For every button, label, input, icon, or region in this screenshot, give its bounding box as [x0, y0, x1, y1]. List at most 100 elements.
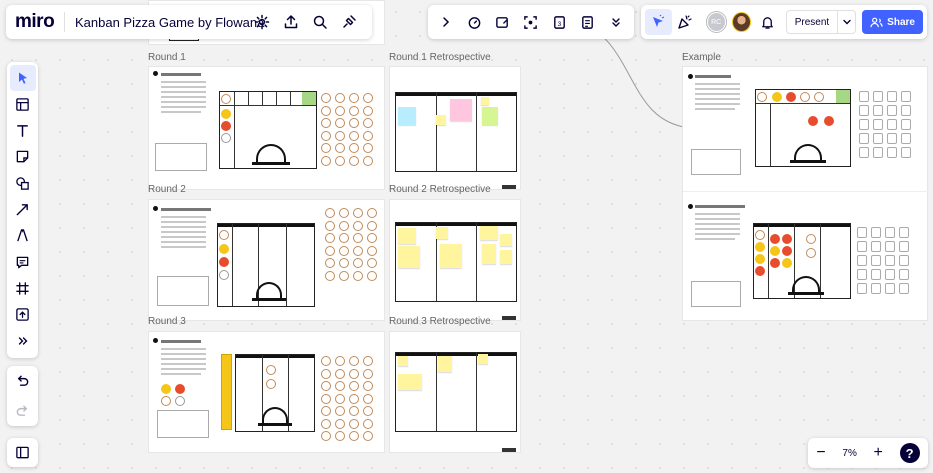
- pizza-token[interactable]: [321, 143, 331, 153]
- frame-label-example[interactable]: Example: [682, 52, 721, 63]
- sticky-note[interactable]: [436, 115, 446, 125]
- frame-round3-retro[interactable]: [389, 331, 521, 453]
- frame-label-round3[interactable]: Round 3: [148, 316, 186, 327]
- grid-cell[interactable]: [873, 91, 883, 102]
- pizza-token[interactable]: [349, 393, 359, 404]
- grid-cell[interactable]: [871, 255, 881, 266]
- grid-cell[interactable]: [887, 91, 897, 102]
- frame-round2-retro[interactable]: [389, 199, 521, 321]
- pizza-token[interactable]: [363, 143, 373, 153]
- card-icon[interactable]: [489, 9, 517, 35]
- grid-cell[interactable]: [871, 283, 881, 294]
- zoom-level[interactable]: 7%: [842, 448, 856, 459]
- board-canvas[interactable]: Round 1 Round 1 Retrospective Round 2 Ro…: [0, 0, 933, 473]
- pizza-token[interactable]: [349, 381, 359, 391]
- pizza-token[interactable]: [353, 258, 363, 268]
- pizza-token[interactable]: [363, 381, 373, 391]
- pizza-token[interactable]: [335, 105, 345, 116]
- chevron-down-icon[interactable]: [837, 11, 855, 33]
- focus-icon[interactable]: [517, 9, 545, 35]
- notes-icon[interactable]: [574, 9, 602, 35]
- grid-cell[interactable]: [873, 133, 883, 144]
- select-cursor-icon[interactable]: [9, 65, 36, 91]
- grid-cell[interactable]: [857, 283, 867, 294]
- pizza-token[interactable]: [321, 381, 331, 391]
- pizza-token[interactable]: [367, 258, 377, 268]
- grid-cell[interactable]: [871, 269, 881, 280]
- more-icon[interactable]: [602, 9, 630, 35]
- pizza-token[interactable]: [353, 270, 363, 281]
- pizza-token[interactable]: [335, 155, 345, 166]
- pizza-token[interactable]: [349, 418, 359, 429]
- sticky-note[interactable]: [450, 99, 472, 121]
- pizza-token[interactable]: [321, 93, 331, 103]
- timer-icon[interactable]: [460, 9, 488, 35]
- zoom-in-button[interactable]: +: [874, 444, 883, 462]
- pizza-token[interactable]: [367, 233, 377, 243]
- grid-cell[interactable]: [885, 227, 895, 238]
- grid-cell[interactable]: [901, 119, 911, 130]
- grid-cell[interactable]: [857, 241, 867, 252]
- settings-icon[interactable]: [247, 5, 276, 39]
- grid-cell[interactable]: [887, 133, 897, 144]
- frame-label-round2[interactable]: Round 2: [148, 184, 186, 195]
- pizza-token[interactable]: [335, 418, 345, 429]
- grid-cell[interactable]: [901, 91, 911, 102]
- grid-cell[interactable]: [873, 119, 883, 130]
- pizza-token[interactable]: [321, 393, 331, 404]
- pizza-token[interactable]: [349, 356, 359, 366]
- sticky-note[interactable]: [438, 356, 452, 372]
- frame-label-round3-retro[interactable]: Round 3 Retrospective: [389, 316, 491, 327]
- counter-icon[interactable]: 3: [545, 9, 573, 35]
- pizza-token[interactable]: [339, 245, 349, 256]
- grid-cell[interactable]: [887, 147, 897, 158]
- upload-file-icon[interactable]: [10, 302, 36, 328]
- zoom-out-button[interactable]: −: [816, 444, 825, 462]
- pizza-token[interactable]: [367, 270, 377, 281]
- pizza-token[interactable]: [363, 130, 373, 141]
- cursor-reaction-icon[interactable]: [645, 9, 672, 35]
- pizza-token[interactable]: [363, 368, 373, 379]
- pizza-token[interactable]: [353, 220, 363, 231]
- grid-cell[interactable]: [899, 227, 909, 238]
- plugin-icon[interactable]: [334, 5, 363, 39]
- grid-cell[interactable]: [857, 255, 867, 266]
- grid-cell[interactable]: [901, 105, 911, 116]
- grid-cell[interactable]: [899, 283, 909, 294]
- user-avatar[interactable]: [731, 12, 751, 32]
- pizza-token[interactable]: [321, 105, 331, 116]
- pizza-token[interactable]: [353, 233, 363, 243]
- sticky-note[interactable]: [482, 107, 498, 125]
- pizza-token[interactable]: [335, 143, 345, 153]
- present-button[interactable]: Present: [785, 10, 857, 34]
- frame-icon[interactable]: [10, 275, 36, 301]
- pizza-token[interactable]: [339, 258, 349, 268]
- sticky-note[interactable]: [398, 246, 420, 268]
- frame-round1[interactable]: [148, 66, 385, 190]
- pizza-token[interactable]: [363, 118, 373, 128]
- grid-cell[interactable]: [859, 91, 869, 102]
- sticky-note[interactable]: [500, 250, 512, 264]
- sticky-note[interactable]: [398, 228, 416, 244]
- grid-cell[interactable]: [859, 133, 869, 144]
- sticky-note[interactable]: [478, 354, 488, 364]
- sticky-note[interactable]: [481, 97, 489, 105]
- grid-cell[interactable]: [859, 105, 869, 116]
- grid-cell[interactable]: [859, 147, 869, 158]
- pizza-token[interactable]: [335, 381, 345, 391]
- miro-logo[interactable]: miro: [6, 11, 64, 33]
- grid-cell[interactable]: [871, 227, 881, 238]
- frame-example[interactable]: [682, 66, 929, 321]
- frame-label-round1[interactable]: Round 1: [148, 52, 186, 63]
- pizza-token[interactable]: [321, 130, 331, 141]
- pizza-token[interactable]: [363, 406, 373, 416]
- grid-cell[interactable]: [859, 119, 869, 130]
- grid-cell[interactable]: [899, 255, 909, 266]
- templates-icon[interactable]: [10, 91, 36, 117]
- grid-cell[interactable]: [899, 241, 909, 252]
- upload-icon[interactable]: [276, 5, 305, 39]
- pizza-token[interactable]: [363, 155, 373, 166]
- grid-cell[interactable]: [899, 269, 909, 280]
- pizza-token[interactable]: [321, 118, 331, 128]
- pizza-token[interactable]: [349, 130, 359, 141]
